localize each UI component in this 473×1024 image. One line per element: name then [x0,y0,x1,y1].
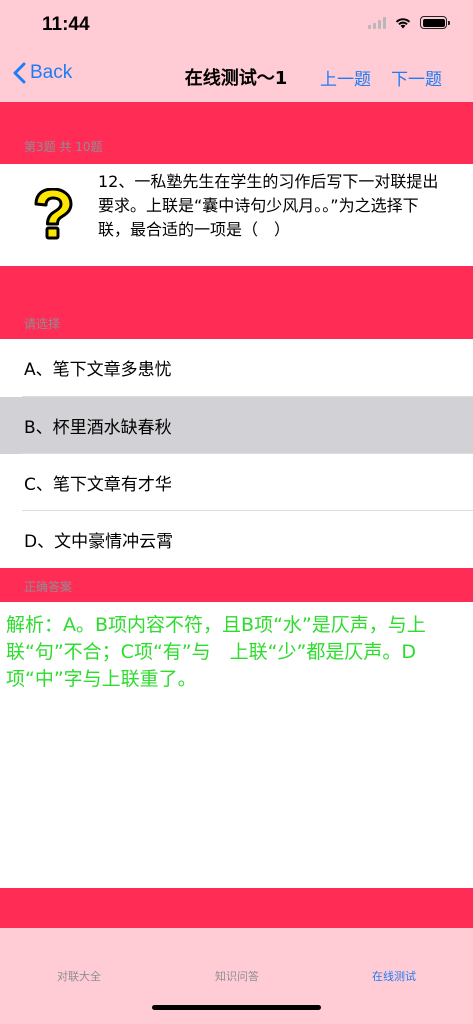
battery-icon [420,16,450,29]
back-button[interactable]: Back [12,62,72,84]
tab-couplets[interactable]: 对联大全 [0,968,158,984]
answer-header-label: 正确答案 [24,580,73,594]
page-title-text: 在线测试～1 [184,68,288,89]
previous-question-button[interactable]: 上一题 [320,65,371,90]
status-time: 11:44 [42,14,90,35]
answer-header-band: 正确答案 [0,568,473,602]
home-indicator [152,1005,321,1010]
options-header-band: 请选择 [0,266,473,339]
tab-online-test[interactable]: 在线测试 [315,968,473,984]
navigation-bar: Back 在线测试～1 上一题 下一题 [0,50,473,102]
tab-knowledge-qa[interactable]: 知识问答 [158,968,316,984]
cellular-signal-icon [368,16,386,29]
option-a[interactable]: A、笔下文章多患忧 [0,339,473,396]
question-card: 12、一私塾先生在学生的习作后写下一对联提出要求。上联是“囊中诗句少风月。。”为… [0,164,473,266]
option-c[interactable]: C、笔下文章有才华 [0,454,473,511]
chevron-left-icon [13,62,26,84]
options-header-label: 请选择 [24,317,61,331]
status-icons [368,16,450,29]
answer-analysis-panel: 解析：A。B项内容不符，且B项“水”是仄声，与上联“句”不合；C项“有”与 上联… [0,602,473,888]
wifi-icon [394,16,412,29]
question-header-band: 第3题 共 10题 [0,102,473,164]
back-label: Back [30,62,73,83]
next-question-button[interactable]: 下一题 [391,65,442,90]
footer-band [0,888,473,928]
question-text: 12、一私塾先生在学生的习作后写下一对联提出要求。上联是“囊中诗句少风月。。”为… [98,172,439,239]
analysis-text: 解析：A。B项内容不符，且B项“水”是仄声，与上联“句”不合；C项“有”与 上联… [6,614,426,690]
status-bar: 11:44 [0,0,473,50]
question-mark-icon [34,188,73,240]
question-progress-label: 第3题 共 10题 [24,140,103,154]
option-d[interactable]: D、文中豪情冲云霄 [0,511,473,568]
option-b[interactable]: B、杯里酒水缺春秋 [0,397,473,454]
